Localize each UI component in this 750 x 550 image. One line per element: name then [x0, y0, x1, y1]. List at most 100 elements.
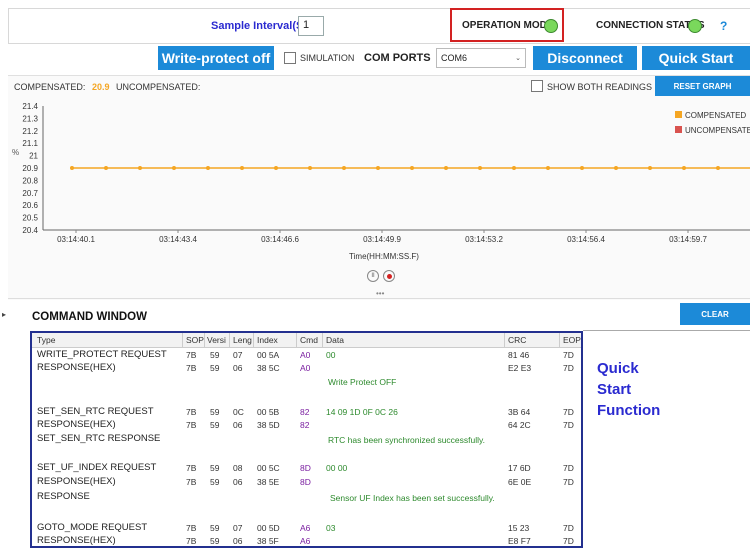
compensated-data-point — [546, 166, 550, 170]
log-cmd: A6 — [300, 523, 311, 533]
log-eop: 7D — [563, 350, 574, 360]
log-type: WRITE_PROTECT REQUEST — [37, 349, 167, 360]
reset-graph-button[interactable]: RESET GRAPH — [655, 76, 750, 96]
operation-mode-label: OPERATION MODE — [462, 20, 554, 31]
x-tick-label: 03:14:56.4 — [567, 235, 605, 244]
compensated-data-point — [104, 166, 108, 170]
log-crc: E8 F7 — [508, 536, 531, 546]
compensated-data-point — [274, 166, 278, 170]
log-type: RESPONSE — [37, 491, 90, 502]
log-length: 07 — [233, 350, 243, 360]
sample-interval-input[interactable]: 1 — [298, 16, 324, 36]
compensated-value: 20.9 — [92, 82, 110, 92]
log-data: 00 — [326, 350, 336, 360]
col-header-crc: CRC — [508, 335, 527, 345]
sample-interval-label: Sample Interval(S) — [211, 20, 307, 32]
x-tick-label: 03:14:46.6 — [261, 235, 299, 244]
col-header-index: Index — [257, 335, 278, 345]
compensated-data-point — [70, 166, 74, 170]
log-index: 38 5F — [257, 536, 279, 546]
clear-button[interactable]: CLEAR — [680, 303, 750, 325]
y-tick-label: 21.3 — [22, 114, 38, 123]
col-header-eop: EOP — [563, 335, 581, 345]
log-crc: 81 46 — [508, 350, 530, 360]
simulation-checkbox[interactable] — [284, 52, 296, 64]
y-tick-label: 20.7 — [22, 189, 38, 198]
log-message: Sensor UF Index has been set successfull… — [330, 493, 495, 503]
log-index: 38 5D — [257, 420, 280, 430]
log-type: RESPONSE(HEX) — [37, 419, 116, 430]
log-crc: 15 23 — [508, 523, 530, 533]
y-tick-label: 20.6 — [22, 201, 38, 210]
log-data: 00 00 — [326, 463, 348, 473]
x-tick-label: 03:14:49.9 — [363, 235, 401, 244]
log-eop: 7D — [563, 407, 574, 417]
write-protect-button[interactable]: Write-protect off — [158, 46, 274, 70]
com-port-value: COM6 — [441, 53, 468, 63]
log-crc: E2 E3 — [508, 363, 532, 373]
compensated-data-point — [172, 166, 176, 170]
record-icon[interactable] — [383, 270, 395, 282]
y-tick-label: 20.9 — [22, 164, 38, 173]
disconnect-button[interactable]: Disconnect — [533, 46, 637, 70]
log-type: SET_UF_INDEX REQUEST — [37, 462, 157, 473]
log-index: 38 5C — [257, 363, 280, 373]
log-index: 00 5D — [257, 523, 280, 533]
log-eop: 7D — [563, 420, 574, 430]
log-length: 06 — [233, 477, 243, 487]
col-header-length: Leng — [233, 335, 252, 345]
log-eop: 7D — [563, 523, 574, 533]
y-axis-label: % — [12, 148, 19, 157]
compensated-data-point — [410, 166, 414, 170]
log-cmd: A0 — [300, 363, 311, 373]
log-cmd: 82 — [300, 420, 310, 430]
pause-icon[interactable]: II — [367, 270, 379, 282]
compensated-data-point — [308, 166, 312, 170]
y-tick-label: 21.1 — [22, 139, 38, 148]
col-header-version: Versi — [207, 335, 226, 345]
simulation-label: SIMULATION — [300, 53, 355, 63]
com-ports-label: COM PORTS — [364, 52, 431, 64]
splitter-handle-icon[interactable]: ••• — [376, 289, 384, 298]
log-version: 59 — [210, 477, 220, 487]
compensated-data-point — [648, 166, 652, 170]
splitter-dot-icon: ▸ — [2, 310, 7, 319]
log-index: 00 5C — [257, 463, 280, 473]
y-tick-label: 20.5 — [22, 214, 38, 223]
y-tick-label: 20.4 — [22, 226, 38, 235]
log-sop: 7B — [186, 363, 197, 373]
col-header-data: Data — [326, 335, 344, 345]
compensated-data-point — [512, 166, 516, 170]
log-version: 59 — [210, 420, 220, 430]
com-port-select[interactable]: COM6 ⌄ — [436, 48, 526, 68]
annotation-line: Quick — [597, 360, 639, 377]
show-both-readings-checkbox[interactable] — [531, 80, 543, 92]
compensated-data-point — [580, 166, 584, 170]
log-type: RESPONSE(HEX) — [37, 362, 116, 373]
help-icon[interactable]: ? — [720, 19, 727, 33]
log-length: 0C — [233, 407, 244, 417]
log-crc: 64 2C — [508, 420, 531, 430]
log-sop: 7B — [186, 536, 197, 546]
quick-start-button[interactable]: Quick Start — [642, 46, 750, 70]
log-cmd: A6 — [300, 536, 311, 546]
col-sep — [182, 333, 183, 348]
log-cmd: 8D — [300, 463, 311, 473]
log-cmd: 82 — [300, 407, 310, 417]
y-tick-label: 21.4 — [22, 102, 38, 111]
compensated-data-point — [614, 166, 618, 170]
connection-status-indicator — [688, 19, 702, 33]
log-type: RESPONSE(HEX) — [37, 535, 116, 546]
log-eop: 7D — [563, 463, 574, 473]
log-crc: 3B 64 — [508, 407, 531, 417]
log-message: Write Protect OFF — [328, 377, 397, 387]
legend-label-uncompensated: UNCOMPENSATED — [685, 126, 750, 135]
log-sop: 7B — [186, 523, 197, 533]
log-index: 00 5B — [257, 407, 280, 417]
log-length: 06 — [233, 363, 243, 373]
compensated-data-point — [376, 166, 380, 170]
command-log-table[interactable]: Type SOP Versi Leng Index Cmd Data CRC E… — [30, 331, 583, 548]
log-message: RTC has been synchronized successfully. — [328, 435, 486, 445]
log-border-top — [583, 330, 750, 331]
compensated-data-point — [478, 166, 482, 170]
